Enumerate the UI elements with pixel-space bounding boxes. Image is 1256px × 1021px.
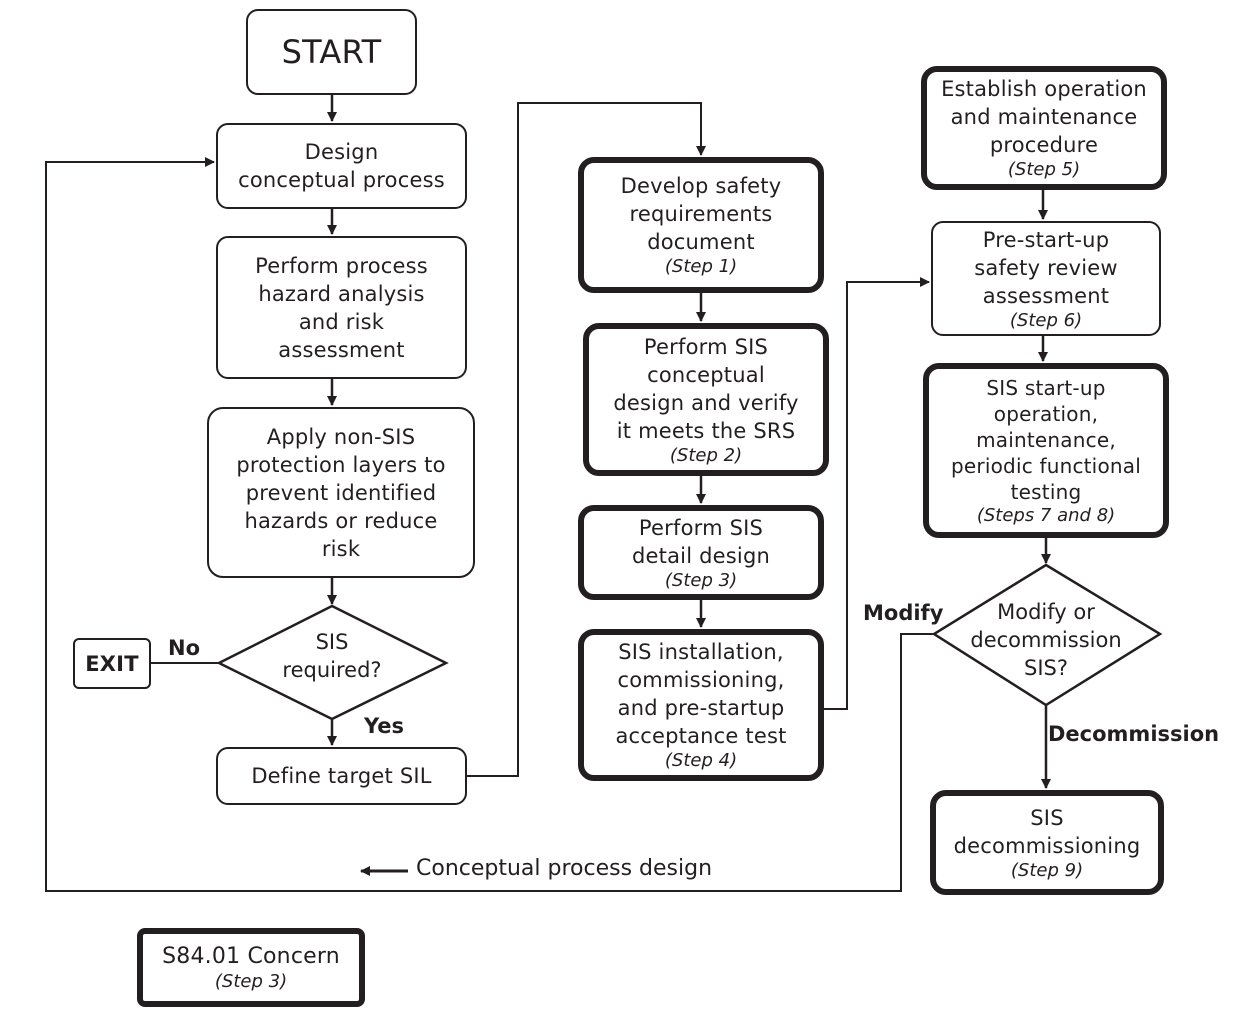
step1-node: Develop safety requirements document (St… [578,157,824,293]
exit-label: EXIT [85,651,139,676]
node-text: Apply non-SIS protection layers to preve… [236,424,446,561]
start-label: START [281,33,382,71]
node-text: SIS start-up operation, maintenance, per… [951,375,1141,504]
step-label: (Step 9) [1010,859,1084,881]
node-text: Pre-start-up safety review assessment [974,227,1118,308]
step4-node: SIS installation, commissioning, and pre… [578,629,824,781]
step-label: (Step 3) [664,569,738,591]
step-label: (Step 1) [664,256,738,277]
define-target-sil-node: Define target SIL [216,747,467,805]
node-text: Define target SIL [251,764,432,788]
step9-node: SIS decommissioning (Step 9) [930,790,1164,895]
node-text: Perform SIS conceptual design and verify… [613,334,799,443]
sis-required-text: SIS required? [282,630,382,682]
node-text: Perform SIS detail design [632,515,770,568]
step-label: (Steps 7 and 8) [976,504,1116,526]
step-label: (Step 6) [1009,309,1083,331]
step-label: (Step 5) [1007,159,1081,180]
step6-node: Pre-start-up safety review assessment (S… [931,221,1161,336]
node-text: SIS decommissioning [953,805,1141,858]
node-text: Develop safety requirements document [620,174,782,254]
legend-s84-concern: S84.01 Concern (Step 3) [137,928,365,1007]
modify-label: Modify [863,601,944,625]
yes-label: Yes [364,714,405,738]
exit-node: EXIT [73,638,151,689]
arrow-step4-to-step6 [823,277,930,710]
step-label: (Step 4) [664,750,738,771]
conceptual-process-design-label: Conceptual process design [416,856,713,881]
steps7-8-node: SIS start-up operation, maintenance, per… [923,363,1169,538]
decommission-label: Decommission [1048,722,1220,746]
step2-node: Perform SIS conceptual design and verify… [583,323,829,476]
step-label: (Step 2) [669,444,743,466]
step5-node: Establish operation and maintenance proc… [921,66,1167,190]
hazard-analysis-node: Perform process hazard analysis and risk… [216,236,467,379]
node-text: Perform process hazard analysis and risk… [255,253,428,362]
non-sis-protection-node: Apply non-SIS protection layers to preve… [207,407,475,578]
design-conceptual-process-node: Design conceptual process [216,123,467,209]
node-text: SIS installation, commissioning, and pre… [615,640,787,748]
no-label: No [168,636,201,660]
legend-text: S84.01 Concern [162,943,340,969]
node-text: Design conceptual process [238,140,445,192]
node-text: Establish operation and maintenance proc… [941,77,1147,157]
step3-node: Perform SIS detail design (Step 3) [578,505,824,600]
legend-step: (Step 3) [214,970,288,992]
modify-decision-text: Modify or decommission SIS? [970,600,1122,680]
start-node: START [246,9,417,95]
